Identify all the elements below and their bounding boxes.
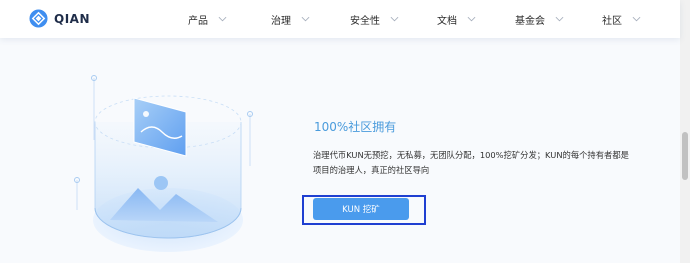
- nav-item-foundation[interactable]: 基金会: [515, 12, 564, 27]
- section-description: 治理代币KUN无预挖，无私募，无团队分配，100%挖矿分发；KUN的每个持有者都…: [313, 148, 633, 178]
- page-scrollbar[interactable]: [680, 0, 690, 263]
- chevron-down-icon: [467, 16, 476, 22]
- nav-item-docs[interactable]: 文档: [437, 12, 476, 27]
- top-navbar: QIAN 产品 治理 安全性 文档 基金会 社区: [0, 0, 680, 38]
- description-line: 治理代币KUN无预挖，无私募，无团队分配，100%挖矿分发；KUN的每个持有者都…: [313, 150, 629, 160]
- chevron-down-icon: [218, 16, 227, 22]
- nav-item-label: 产品: [188, 15, 208, 27]
- sun-icon: [154, 176, 168, 190]
- chevron-down-icon: [555, 16, 564, 22]
- nav-item-label: 安全性: [350, 15, 380, 27]
- community-illustration: [74, 75, 253, 252]
- kun-mining-button[interactable]: KUN 挖矿: [313, 198, 409, 220]
- page: QIAN 产品 治理 安全性 文档 基金会 社区 100%社区拥有 治理代币KU…: [0, 0, 690, 263]
- brand-name: QIAN: [54, 11, 90, 26]
- nav-item-label: 社区: [602, 15, 622, 27]
- nav-item-governance[interactable]: 治理: [271, 12, 310, 27]
- nav-item-security[interactable]: 安全性: [350, 12, 399, 27]
- nav-item-label: 基金会: [515, 15, 545, 27]
- brand[interactable]: QIAN: [29, 8, 90, 29]
- chevron-down-icon: [301, 16, 310, 22]
- nav-item-label: 治理: [271, 15, 291, 27]
- nav-item-products[interactable]: 产品: [188, 12, 227, 27]
- description-line: 项目的治理人，真正的社区导向: [313, 165, 430, 175]
- qian-logo-icon: [29, 9, 48, 28]
- nav-item-community[interactable]: 社区: [602, 12, 641, 27]
- scrollbar-thumb[interactable]: [682, 132, 688, 180]
- chevron-down-icon: [390, 16, 399, 22]
- nav-item-label: 文档: [437, 15, 457, 27]
- section-title: 100%社区拥有: [314, 120, 397, 134]
- chevron-down-icon: [632, 16, 641, 22]
